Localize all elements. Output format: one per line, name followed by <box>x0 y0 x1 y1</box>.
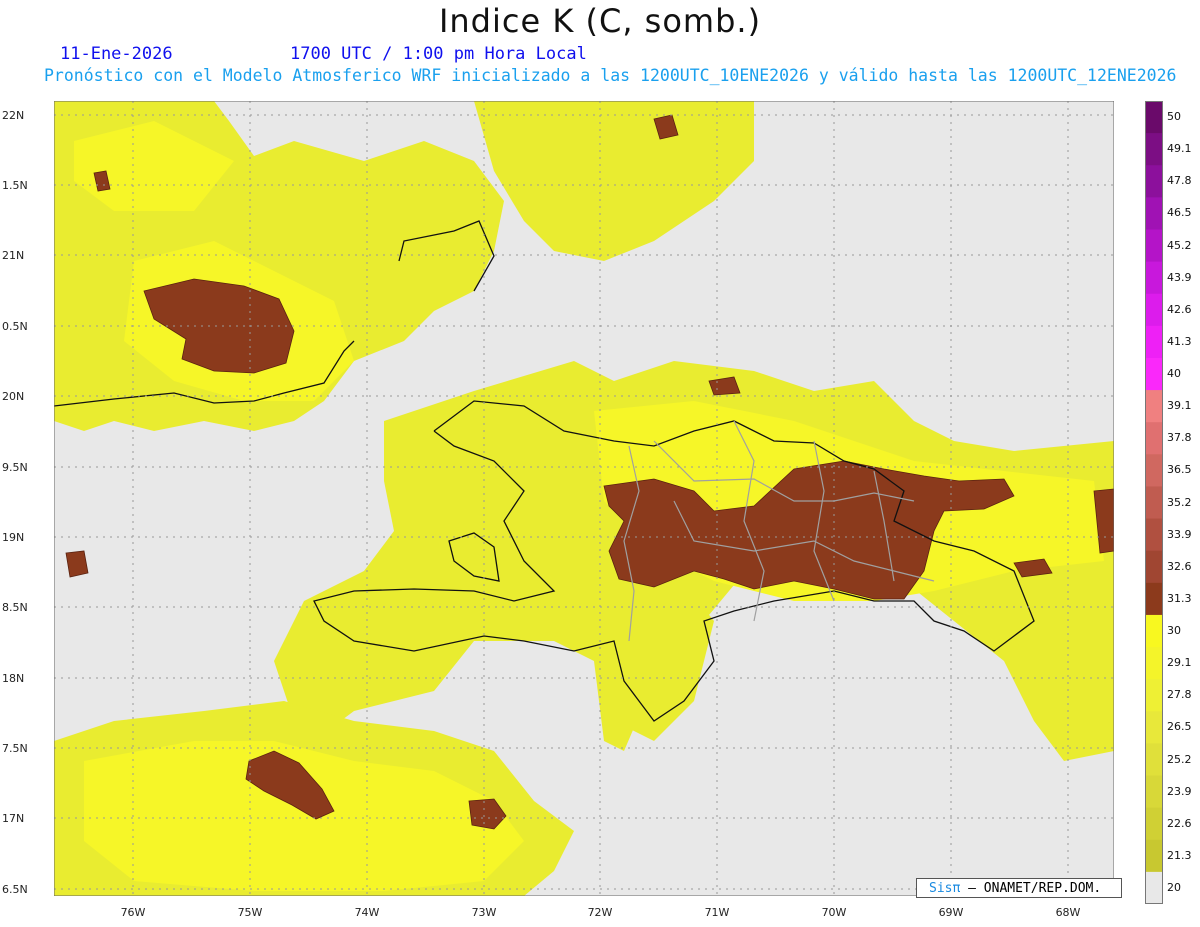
color-scale-swatch <box>1145 582 1163 616</box>
color-scale-label: 35.2 <box>1167 495 1192 509</box>
color-scale-swatch <box>1145 871 1163 904</box>
color-scale-swatch <box>1145 807 1163 841</box>
lon-label: 72W <box>587 906 613 919</box>
color-scale-label: 29.1 <box>1167 656 1192 670</box>
color-scale-bar <box>1145 101 1163 904</box>
color-scale-label: 22.6 <box>1167 816 1192 830</box>
color-scale-label: 31.3 <box>1167 591 1192 605</box>
color-scale-swatch <box>1145 486 1163 520</box>
color-scale-swatch <box>1145 357 1163 391</box>
color-scale-label: 40 <box>1167 367 1181 380</box>
color-scale-swatch <box>1145 614 1163 648</box>
color-scale-swatch <box>1145 743 1163 777</box>
color-scale-swatch <box>1145 775 1163 809</box>
lon-label: 76W <box>120 906 146 919</box>
color-scale-swatch <box>1145 518 1163 552</box>
lat-label: 18N <box>2 672 25 685</box>
color-scale-label: 39.1 <box>1167 399 1192 413</box>
color-scale-label: 20 <box>1167 880 1181 894</box>
color-scale-swatch <box>1145 839 1163 873</box>
color-scale-swatch <box>1145 390 1163 423</box>
color-scale-label: 30 <box>1167 624 1181 637</box>
lon-label: 70W <box>821 906 847 919</box>
lat-label: 22N <box>2 109 25 122</box>
lat-label: 0.5N <box>2 320 28 333</box>
lon-label: 75W <box>237 906 263 919</box>
lat-label: 19N <box>2 531 25 544</box>
color-scale-swatch <box>1145 165 1163 198</box>
color-scale-swatch <box>1145 422 1163 455</box>
color-scale-swatch <box>1145 197 1163 230</box>
k-index-map <box>54 101 1114 896</box>
color-scale-swatch <box>1145 454 1163 487</box>
color-scale-swatch <box>1145 679 1163 712</box>
color-scale-label: 43.9 <box>1167 270 1192 284</box>
color-scale-swatch <box>1145 133 1163 166</box>
color-scale-swatch <box>1145 101 1163 134</box>
color-scale-label: 37.8 <box>1167 431 1192 445</box>
time-label: 1700 UTC / 1:00 pm Hora Local <box>290 44 587 64</box>
color-scale-label: 33.9 <box>1167 527 1192 541</box>
color-scale-label: 23.9 <box>1167 784 1192 798</box>
color-scale-label: 41.3 <box>1167 334 1192 348</box>
lon-label: 74W <box>354 906 380 919</box>
color-scale-label: 25.2 <box>1167 752 1192 766</box>
lon-label: 69W <box>938 906 964 919</box>
lon-label: 73W <box>471 906 497 919</box>
color-scale-label: 49.1 <box>1167 142 1192 156</box>
color-scale-label: 32.6 <box>1167 559 1192 573</box>
color-scale-label: 27.8 <box>1167 688 1192 702</box>
color-scale-label: 26.5 <box>1167 720 1192 734</box>
credit-text: – ONAMET/REP.DOM. <box>968 881 1102 896</box>
lat-label: 8.5N <box>2 601 28 614</box>
color-scale-swatch <box>1145 261 1163 295</box>
lat-label: 1.5N <box>2 179 28 192</box>
sispi-logo: Sisπ <box>929 881 961 896</box>
date-label: 11-Ene-2026 <box>60 44 173 64</box>
color-scale-label: 50 <box>1167 110 1181 124</box>
forecast-description: Pronóstico con el Modelo Atmosferico WRF… <box>44 66 1177 85</box>
lat-label: 20N <box>2 390 25 403</box>
color-scale-label: 46.5 <box>1167 206 1192 220</box>
lat-label: 9.5N <box>2 461 28 474</box>
color-scale-label: 21.3 <box>1167 848 1192 862</box>
color-scale-swatch <box>1145 711 1163 744</box>
lat-label: 17N <box>2 812 25 825</box>
lat-label: 21N <box>2 249 25 262</box>
color-scale-label: 47.8 <box>1167 174 1192 188</box>
map-title: Indice K (C, somb.) <box>438 2 762 40</box>
color-scale-label: 42.6 <box>1167 302 1192 316</box>
color-scale-swatch <box>1145 647 1163 680</box>
color-scale-swatch <box>1145 550 1163 584</box>
color-scale-label: 45.2 <box>1167 238 1192 252</box>
credit-box: Sisπ – ONAMET/REP.DOM. <box>916 878 1122 898</box>
lat-label: 6.5N <box>2 883 28 896</box>
color-scale-swatch <box>1145 325 1163 359</box>
color-scale-swatch <box>1145 229 1163 263</box>
lon-label: 71W <box>704 906 730 919</box>
color-scale-label: 36.5 <box>1167 463 1192 477</box>
color-scale-swatch <box>1145 293 1163 327</box>
lon-label: 68W <box>1055 906 1081 919</box>
lat-label: 7.5N <box>2 742 28 755</box>
